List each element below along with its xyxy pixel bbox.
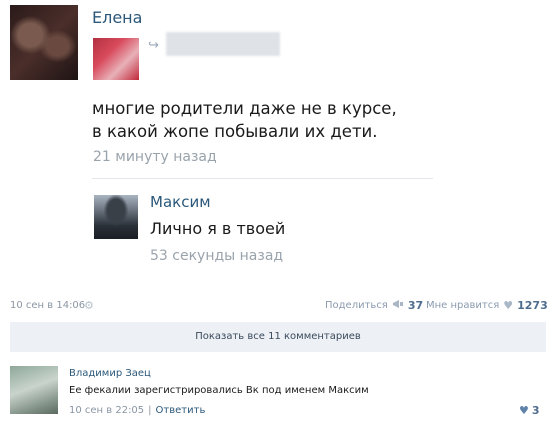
share-label: Поделиться xyxy=(325,300,388,311)
avatar[interactable] xyxy=(94,195,138,239)
share-count: 37 xyxy=(407,299,424,312)
post-author-name[interactable]: Елена xyxy=(92,8,142,27)
comment-meta: 10 сен в 22:05 | Ответить xyxy=(69,405,205,416)
reply-text: Лично я в твоей xyxy=(150,219,286,238)
heart-icon: ♥ xyxy=(519,404,529,417)
avatar[interactable] xyxy=(10,5,78,80)
comment-text: Ее фекалии зарегистрировались Вк под име… xyxy=(69,385,369,396)
post-timestamp[interactable]: 21 минуту назад xyxy=(93,149,217,165)
comment-like-count: 3 xyxy=(531,404,540,417)
post-date[interactable]: 10 сен в 14:06 xyxy=(10,300,85,311)
comment-date[interactable]: 10 сен в 22:05 xyxy=(69,405,144,416)
megaphone-icon xyxy=(392,299,404,312)
blurred-repost-source xyxy=(166,32,280,56)
comment-like-button[interactable]: ♥ 3 xyxy=(519,404,540,417)
separator: | xyxy=(148,405,152,416)
show-all-comments-button[interactable]: Показать все 11 комментариев xyxy=(10,322,546,352)
post-text-line: в какой жопе побывали их дети. xyxy=(92,122,378,141)
reply-timestamp[interactable]: 53 секунды назад xyxy=(150,248,283,264)
comment-author-name[interactable]: Владимир Заец xyxy=(69,368,151,379)
share-button[interactable]: Поделиться 37 xyxy=(325,299,423,312)
like-button[interactable]: Мне нравится ♥ 1273 xyxy=(426,299,548,312)
reply-button[interactable]: Ответить xyxy=(156,405,206,416)
post-text: многие родители даже не в курсе, в какой… xyxy=(92,97,412,143)
divider xyxy=(92,178,433,179)
post-text-line: многие родители даже не в курсе, xyxy=(92,99,397,118)
repost-thumbnail[interactable] xyxy=(93,38,139,80)
heart-icon: ♥ xyxy=(503,299,514,312)
reply-author-name[interactable]: Максим xyxy=(150,193,211,211)
post-screenshot-image: Елена ↪ многие родители даже не в курсе,… xyxy=(0,0,554,290)
like-count: 1273 xyxy=(517,299,548,312)
like-label: Мне нравится xyxy=(426,300,500,311)
repost-icon: ↪ xyxy=(148,38,159,53)
avatar[interactable] xyxy=(10,366,58,414)
gear-icon[interactable]: ⚙ xyxy=(84,299,94,312)
